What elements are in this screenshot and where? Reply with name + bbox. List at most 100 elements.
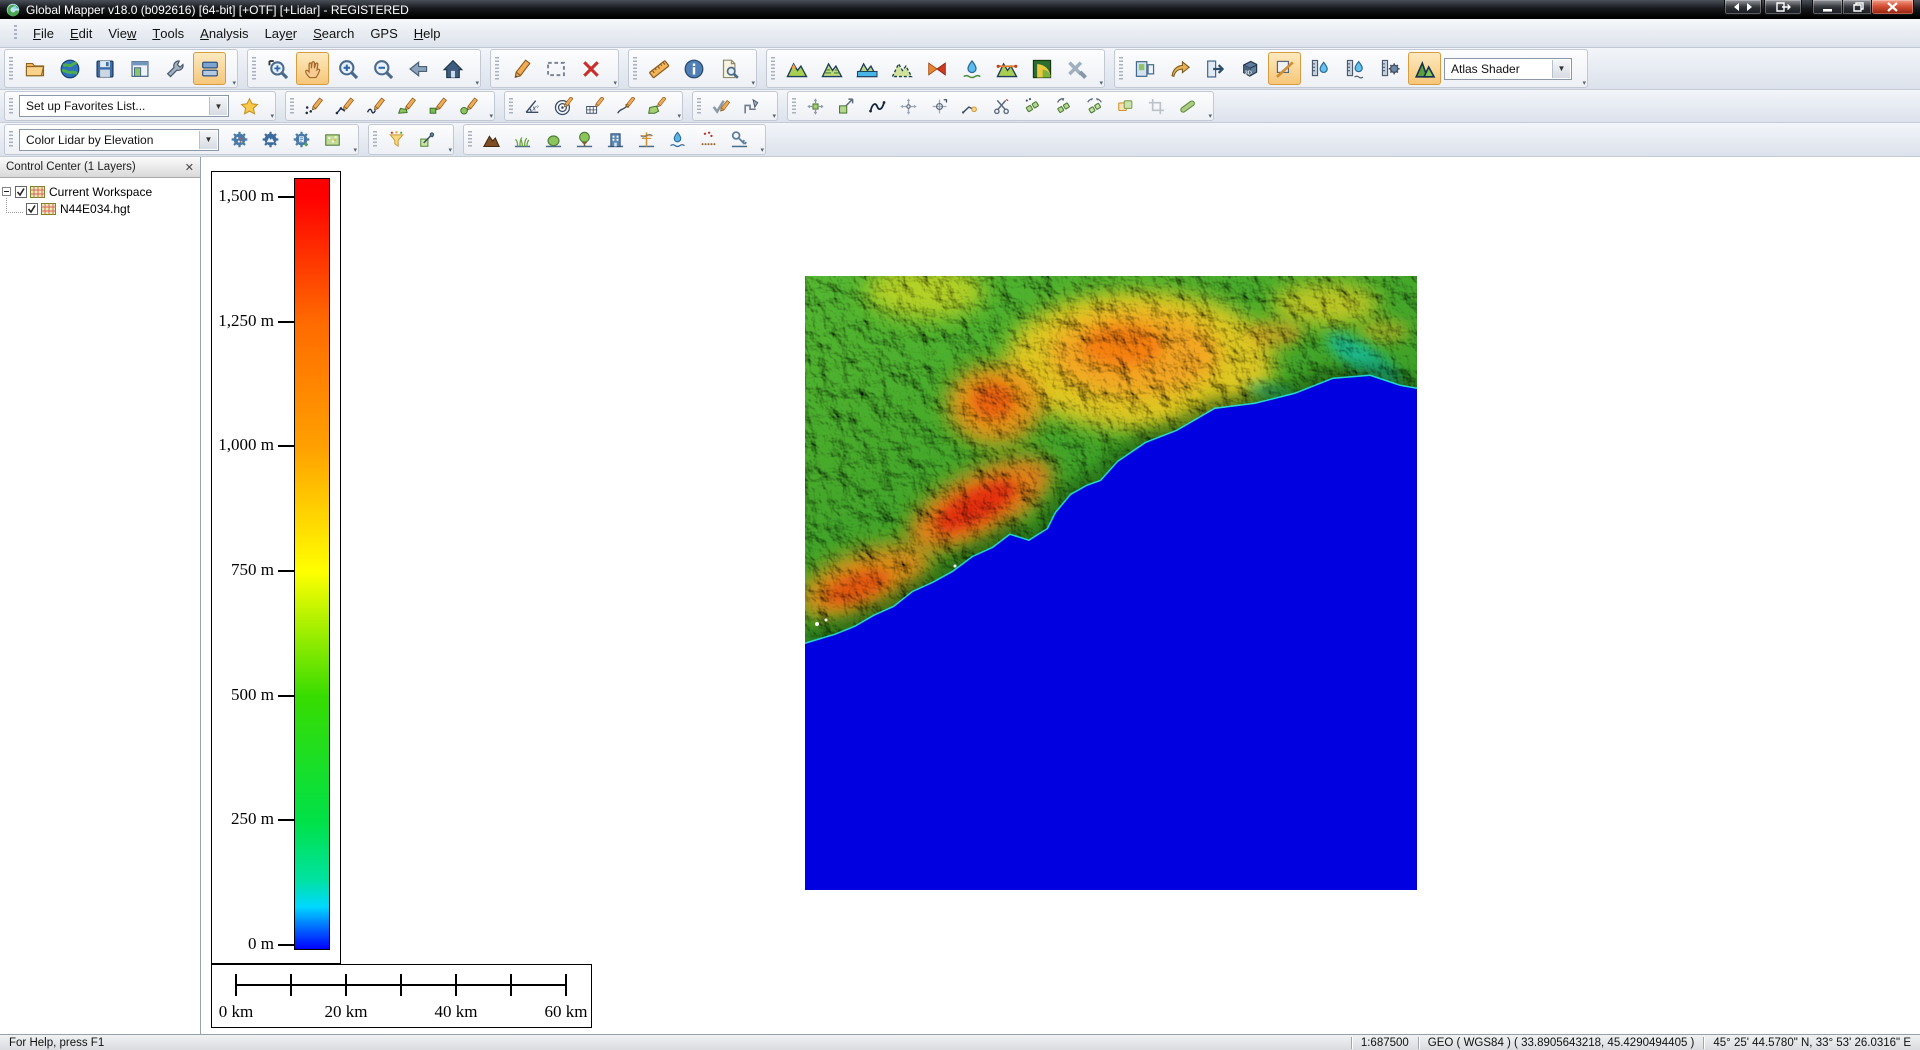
home-view-button[interactable] [436, 52, 469, 85]
trace-shape-button[interactable] [737, 92, 766, 120]
toolbar-grip-handle[interactable] [792, 98, 796, 115]
join-lines-button[interactable] [956, 92, 985, 120]
lidar-gear-custom-button[interactable] [287, 126, 316, 154]
clear-shader-button[interactable] [1060, 52, 1093, 85]
class-tree-button[interactable] [570, 126, 599, 154]
menu-help[interactable]: Help [406, 19, 449, 47]
coordinate-angle-button[interactable]: x° [518, 92, 547, 120]
cut-scissors-button[interactable] [987, 92, 1016, 120]
verify-check-button[interactable] [706, 92, 735, 120]
lidar-color-mode-combo[interactable]: Color Lidar by Elevation▼ [19, 129, 219, 151]
shader-palette-button[interactable] [1025, 52, 1058, 85]
offset-shapes-button[interactable] [1018, 92, 1047, 120]
lidar-display-2-button[interactable] [1338, 52, 1371, 85]
atlas-shader-mtn-button[interactable] [1408, 52, 1441, 85]
class-ground-button[interactable] [477, 126, 506, 154]
toolbar-grip-handle[interactable] [9, 57, 13, 80]
toolbar-overflow-icon[interactable]: ▾ [1208, 113, 1212, 120]
toolbar-overflow-icon[interactable]: ▾ [677, 113, 681, 120]
minimize-button[interactable] [1812, 0, 1843, 15]
layer-checkbox[interactable] [15, 186, 27, 198]
zoom-select-button[interactable] [261, 52, 294, 85]
globe-online-button[interactable] [53, 52, 86, 85]
draw-rect-button[interactable] [423, 92, 452, 120]
draw-freehand-button[interactable] [361, 92, 390, 120]
menu-analysis[interactable]: Analysis [192, 19, 256, 47]
toolbar-overflow-icon[interactable]: ▾ [613, 80, 617, 87]
toolbar-grip-handle[interactable] [468, 131, 472, 149]
zoom-in-button[interactable] [331, 52, 364, 85]
tree-expand-icon[interactable] [2, 185, 11, 199]
pan-hand-button[interactable] [296, 52, 329, 85]
export-data-button[interactable] [1163, 52, 1196, 85]
extract-region-button[interactable] [318, 126, 347, 154]
class-key-button[interactable] [725, 126, 754, 154]
viewshed-button[interactable] [920, 52, 953, 85]
zoom-out-button[interactable] [366, 52, 399, 85]
terrain-color-button[interactable] [780, 52, 813, 85]
shader-combo[interactable]: Atlas Shader▼ [1444, 58, 1572, 80]
terrain-water-button[interactable] [850, 52, 883, 85]
toolbar-grip-handle[interactable] [290, 98, 294, 115]
toolbar-grip-handle[interactable] [509, 98, 513, 115]
class-shrub-button[interactable] [539, 126, 568, 154]
import-door-button[interactable] [1198, 52, 1231, 85]
snap-vertex-button[interactable] [925, 92, 954, 120]
select-color-button[interactable] [413, 126, 442, 154]
move-pad-button[interactable] [801, 92, 830, 120]
close-button[interactable] [1872, 0, 1914, 15]
menu-tools[interactable]: Tools [144, 19, 192, 47]
map-window-button[interactable] [123, 52, 156, 85]
edit-vertices-button[interactable] [863, 92, 892, 120]
menu-gps[interactable]: GPS [362, 19, 405, 47]
watershed-button[interactable] [955, 52, 988, 85]
move-vertex-button[interactable] [894, 92, 923, 120]
class-grass-button[interactable] [508, 126, 537, 154]
restore-button[interactable] [1843, 0, 1872, 15]
toolbar-overflow-icon[interactable]: ▾ [448, 147, 452, 154]
toolbar-overflow-icon[interactable]: ▾ [1099, 80, 1103, 87]
path-profile-button[interactable] [990, 52, 1023, 85]
layer-label[interactable]: Current Workspace [49, 185, 152, 199]
toolbar-overflow-icon[interactable]: ▾ [489, 113, 493, 120]
page-search-button[interactable] [712, 52, 745, 85]
copy-features-button[interactable] [1111, 92, 1140, 120]
titlebar-exit-button[interactable] [1764, 0, 1802, 15]
lidar-color-mode-combo-dropdown-icon[interactable]: ▼ [199, 131, 217, 149]
toolbar-grip-handle[interactable] [697, 98, 701, 115]
toolbar-grip-handle[interactable] [633, 57, 637, 80]
favorites-combo[interactable]: Set up Favorites List...▼ [19, 95, 229, 117]
draw-area-button[interactable] [392, 92, 421, 120]
menu-view[interactable]: View [100, 19, 144, 47]
select-rect-button[interactable] [539, 52, 572, 85]
toolbar-grip-handle[interactable] [9, 98, 13, 115]
view-3d-button[interactable]: 3D [1233, 52, 1266, 85]
control-center-button[interactable] [193, 52, 226, 85]
menu-search[interactable]: Search [305, 19, 362, 47]
map-layout-button[interactable] [1128, 52, 1161, 85]
terrain-map-image[interactable] [805, 276, 1417, 890]
layer-label[interactable]: N44E034.hgt [60, 202, 130, 216]
toolbar-overflow-icon[interactable]: ▾ [772, 113, 776, 120]
open-folder-button[interactable] [18, 52, 51, 85]
toolbar-overflow-icon[interactable]: ▾ [353, 147, 357, 154]
control-center-close-icon[interactable]: ✕ [185, 161, 194, 174]
rotate-arrows-button[interactable] [1080, 92, 1109, 120]
class-water-button[interactable] [663, 126, 692, 154]
layer-checkbox[interactable] [26, 203, 38, 215]
class-building-button[interactable] [601, 126, 630, 154]
menu-file[interactable]: File [25, 19, 62, 47]
terrain-dashed-button[interactable] [885, 52, 918, 85]
measure-button[interactable] [642, 52, 675, 85]
terrain-contour-button[interactable] [815, 52, 848, 85]
toolbar-grip-handle[interactable] [771, 57, 775, 80]
class-noise-button[interactable] [694, 126, 723, 154]
toolbar-overflow-icon[interactable]: ▾ [475, 80, 479, 87]
range-rings-button[interactable] [549, 92, 578, 120]
toolbar-overflow-icon[interactable]: ▾ [760, 147, 764, 154]
draw-point-button[interactable] [299, 92, 328, 120]
rotate-shapes-button[interactable] [1049, 92, 1078, 120]
lidar-auto-button[interactable] [1373, 52, 1406, 85]
save-workspace-button[interactable] [88, 52, 121, 85]
digitizer-pencil-button[interactable] [504, 52, 537, 85]
